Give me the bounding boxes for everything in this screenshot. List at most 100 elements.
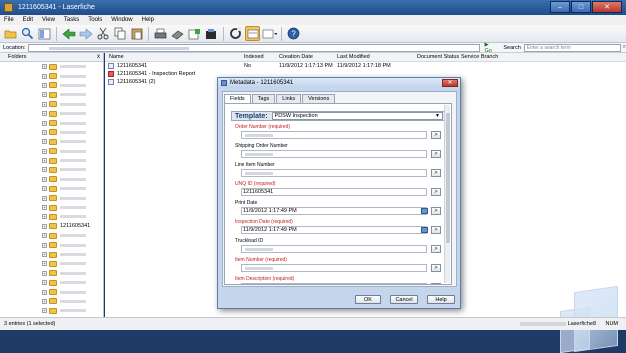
folder-tree-item[interactable]: + bbox=[0, 165, 103, 174]
expand-icon[interactable]: + bbox=[42, 195, 47, 201]
search-go-icon[interactable]: ⌕ bbox=[623, 44, 626, 51]
expand-icon[interactable]: + bbox=[42, 261, 47, 267]
expand-icon[interactable]: + bbox=[42, 73, 47, 79]
expand-icon[interactable]: + bbox=[42, 120, 47, 126]
fields-scrollbar[interactable] bbox=[444, 105, 450, 283]
ok-button[interactable]: OK bbox=[355, 295, 381, 304]
column-name[interactable]: Name bbox=[109, 54, 124, 60]
folder-tree-item[interactable]: + bbox=[0, 118, 103, 127]
expand-icon[interactable]: + bbox=[42, 176, 47, 182]
expand-icon[interactable]: + bbox=[42, 111, 47, 117]
menu-edit[interactable]: Edit bbox=[23, 17, 33, 23]
menu-view[interactable]: View bbox=[42, 17, 55, 23]
folder-tree-item[interactable]: + bbox=[0, 100, 103, 109]
expand-icon[interactable]: + bbox=[42, 252, 47, 257]
calendar-icon[interactable] bbox=[421, 208, 428, 214]
expand-icon[interactable]: + bbox=[42, 280, 47, 286]
field-input[interactable]: 11/9/2012 1:17:49 PM bbox=[241, 226, 427, 234]
folder-tree-item[interactable]: + bbox=[0, 128, 103, 137]
field-options-button[interactable]: > bbox=[431, 226, 441, 234]
folder-tree-item[interactable]: + bbox=[0, 259, 103, 268]
folder-tree-item[interactable]: + bbox=[0, 240, 103, 249]
column-last-modified[interactable]: Last Modified bbox=[337, 54, 370, 60]
folder-tree-item[interactable]: + bbox=[0, 184, 103, 193]
column-creation-date[interactable]: Creation Date bbox=[279, 54, 313, 60]
expand-icon[interactable]: + bbox=[42, 101, 47, 107]
field-input[interactable] bbox=[241, 283, 427, 284]
menu-window[interactable]: Window bbox=[111, 17, 132, 23]
template-select[interactable]: PDSW Inspection ▼ bbox=[271, 112, 443, 120]
folder-tree-item[interactable]: + bbox=[0, 81, 103, 90]
expand-icon[interactable]: + bbox=[42, 298, 47, 304]
scan-icon[interactable] bbox=[170, 26, 185, 41]
folder-open-icon[interactable] bbox=[3, 26, 18, 41]
tab-versions[interactable]: Versions bbox=[302, 94, 336, 103]
view-icon[interactable] bbox=[37, 26, 52, 41]
back-icon[interactable] bbox=[61, 26, 76, 41]
tab-tags[interactable]: Tags bbox=[251, 94, 276, 103]
help-icon[interactable]: ? bbox=[286, 26, 301, 41]
folder-tree-item[interactable]: + bbox=[0, 231, 103, 240]
help-button[interactable]: Help bbox=[427, 295, 455, 304]
maximize-button[interactable]: □ bbox=[571, 1, 591, 13]
folder-tree-item[interactable]: + bbox=[0, 297, 103, 306]
cancel-button[interactable]: Cancel bbox=[390, 295, 418, 304]
folder-tree-item[interactable]: + bbox=[0, 147, 103, 156]
dialog-close-button[interactable]: ✕ bbox=[442, 79, 458, 87]
menu-help[interactable]: Help bbox=[142, 17, 154, 23]
field-options-button[interactable]: > bbox=[431, 245, 441, 253]
expand-icon[interactable]: + bbox=[42, 233, 47, 239]
menu-tools[interactable]: Tools bbox=[88, 17, 102, 23]
folder-tree-item[interactable]: + bbox=[0, 137, 103, 146]
field-options-button[interactable]: > bbox=[431, 169, 441, 177]
folder-tree-item[interactable]: + bbox=[0, 71, 103, 80]
search-icon[interactable] bbox=[20, 26, 35, 41]
table-row[interactable]: 1211605341 No 11/9/2012 1:17:13 PM 11/9/… bbox=[105, 62, 626, 70]
field-options-button[interactable]: > bbox=[431, 131, 441, 139]
folder-tree-item[interactable]: + bbox=[0, 287, 103, 296]
field-input[interactable] bbox=[241, 169, 427, 177]
expand-icon[interactable]: + bbox=[42, 242, 47, 248]
field-input[interactable] bbox=[241, 245, 427, 253]
tab-links[interactable]: Links bbox=[276, 94, 302, 103]
column-indexed[interactable]: Indexed bbox=[244, 54, 264, 60]
expand-icon[interactable]: + bbox=[42, 223, 47, 229]
expand-icon[interactable]: + bbox=[42, 129, 47, 135]
field-input[interactable]: 11/9/2012 1:17:49 PM bbox=[241, 207, 427, 215]
folder-tree-item[interactable]: +1211605341 bbox=[0, 222, 103, 231]
expand-icon[interactable]: + bbox=[42, 167, 47, 173]
paste-icon[interactable] bbox=[129, 26, 144, 41]
expand-icon[interactable]: + bbox=[42, 148, 47, 154]
print-icon[interactable] bbox=[153, 26, 168, 41]
cut-icon[interactable] bbox=[95, 26, 110, 41]
field-options-button[interactable]: > bbox=[431, 207, 441, 215]
refresh-icon[interactable] bbox=[228, 26, 243, 41]
field-input[interactable]: 1211605341 bbox=[241, 188, 427, 196]
expand-icon[interactable]: + bbox=[42, 158, 47, 164]
folder-tree-item[interactable]: + bbox=[0, 250, 103, 259]
folder-tree-item[interactable]: + bbox=[0, 193, 103, 202]
column-service-branch[interactable]: Service Branch bbox=[461, 54, 498, 60]
calendar-icon[interactable] bbox=[421, 227, 428, 233]
import-icon[interactable] bbox=[187, 26, 202, 41]
folder-tree-item[interactable]: + bbox=[0, 278, 103, 287]
minimize-button[interactable]: – bbox=[550, 1, 570, 13]
thumbnail-view-icon[interactable] bbox=[245, 26, 260, 41]
details-view-icon[interactable] bbox=[262, 26, 277, 41]
folder-tree-item[interactable]: + bbox=[0, 62, 103, 71]
forward-icon[interactable] bbox=[78, 26, 93, 41]
folders-close-icon[interactable]: x bbox=[97, 53, 100, 62]
folder-tree-item[interactable]: + bbox=[0, 212, 103, 221]
folder-tree-item[interactable]: + bbox=[0, 90, 103, 99]
expand-icon[interactable]: + bbox=[42, 270, 47, 276]
menu-file[interactable]: File bbox=[4, 17, 14, 23]
expand-icon[interactable]: + bbox=[42, 92, 47, 98]
folder-tree-item[interactable]: + bbox=[0, 306, 103, 315]
export-icon[interactable] bbox=[204, 26, 219, 41]
field-options-button[interactable]: > bbox=[431, 283, 441, 284]
expand-icon[interactable]: + bbox=[42, 186, 47, 192]
expand-icon[interactable]: + bbox=[42, 289, 47, 295]
location-field[interactable] bbox=[28, 43, 481, 52]
scrollbar-thumb[interactable] bbox=[446, 113, 450, 243]
folder-tree-item[interactable]: + bbox=[0, 109, 103, 118]
